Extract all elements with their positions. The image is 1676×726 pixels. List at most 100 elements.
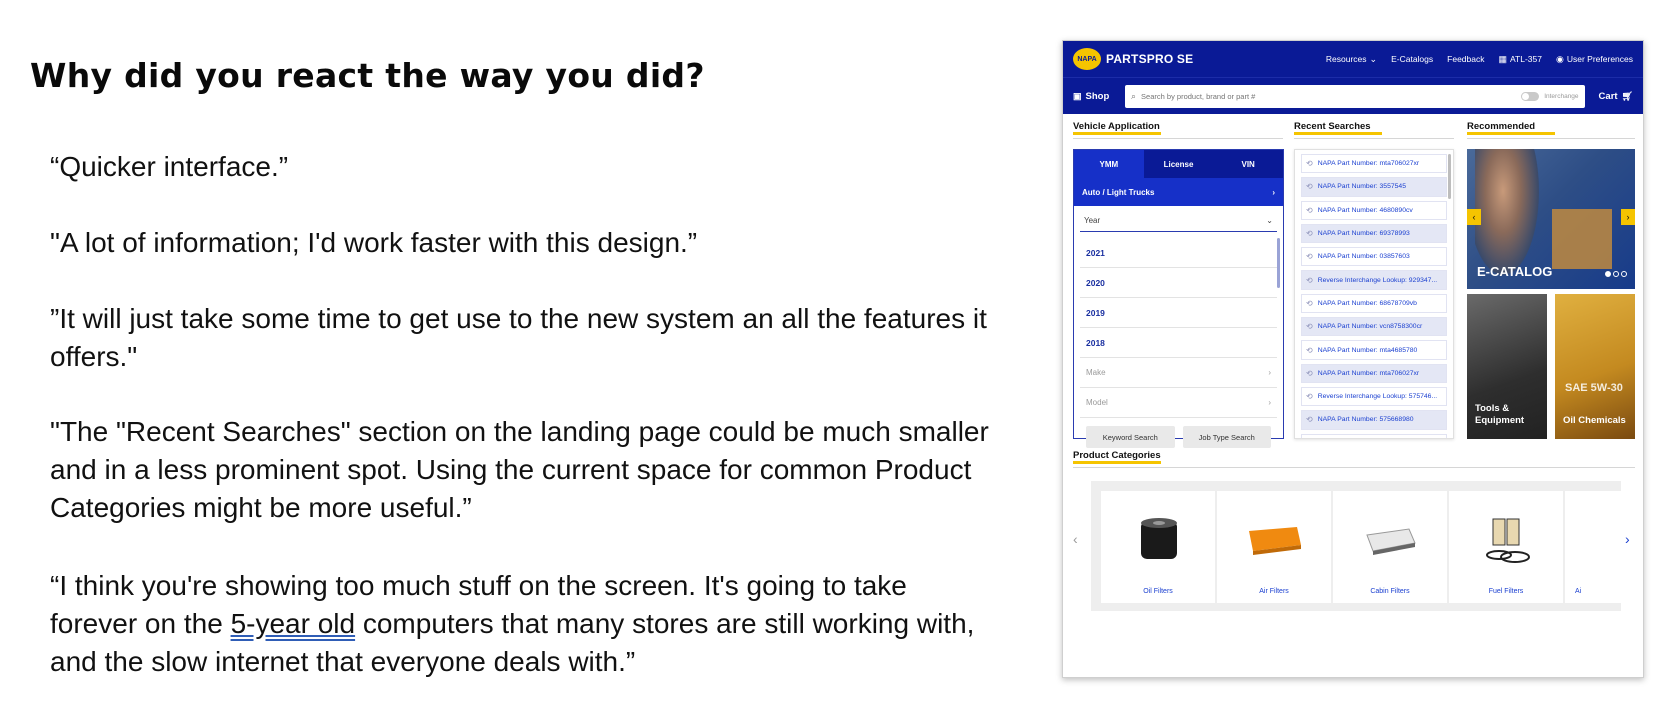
vehicle-heading-rule: [1073, 138, 1283, 139]
shop-button[interactable]: ▣ Shop: [1073, 91, 1117, 102]
nav-store[interactable]: ▦ ATL-357: [1499, 54, 1543, 65]
chevron-right-icon: ›: [1626, 212, 1630, 222]
year-list-scrollbar[interactable]: [1277, 238, 1280, 288]
category-label: Ai: [1575, 588, 1582, 595]
job-type-search-button[interactable]: Job Type Search: [1182, 426, 1271, 448]
e-catalog-promo[interactable]: ‹ › E-CATALOG: [1467, 149, 1635, 289]
year-select[interactable]: Year ⌄: [1080, 210, 1277, 232]
search-bar: ▣Shop ⌕ Interchange Cart🛒︎: [1063, 77, 1643, 114]
history-icon: ⟲: [1306, 368, 1313, 378]
napa-logo-badge: NAPA: [1073, 48, 1101, 70]
top-bar: NAPA PARTSPRO SE Resources ⌄ E-Catalogs F…: [1063, 41, 1643, 77]
category-label: Air Filters: [1259, 588, 1289, 595]
category-label: Fuel Filters: [1488, 588, 1524, 595]
year-option[interactable]: 2020: [1080, 268, 1277, 298]
cart-icon: 🛒︎: [1621, 90, 1633, 101]
promo-prev-button[interactable]: ‹: [1467, 209, 1481, 225]
shop-label: Shop: [1085, 90, 1110, 102]
quote-1: “Quicker interface.”: [50, 151, 289, 182]
nav-store-label: ATL-357: [1510, 54, 1542, 64]
recent-search-item[interactable]: ⟲ Reverse Interchange Lookup: 575746...: [1301, 386, 1447, 407]
air-filter-image: [1249, 527, 1301, 555]
categories-prev-icon[interactable]: ‹: [1073, 531, 1078, 547]
promo-next-button[interactable]: ›: [1621, 209, 1635, 225]
chevron-left-icon: ‹: [1472, 212, 1476, 222]
tab-ymm[interactable]: YMM: [1074, 150, 1144, 178]
categories-heading-rule: [1073, 467, 1635, 468]
category-card-partial[interactable]: Ai: [1565, 491, 1621, 603]
recent-search-item[interactable]: ⟲ NAPA Part Number: 575668980: [1301, 410, 1447, 430]
carousel-dot[interactable]: [1605, 271, 1611, 277]
recent-search-item[interactable]: ⟲ NAPA Part Number: 69378993: [1301, 223, 1447, 244]
model-select[interactable]: Model ›: [1080, 388, 1277, 418]
slide-title: Why did you react the way you did?: [30, 56, 705, 95]
year-option[interactable]: 2019: [1080, 298, 1277, 328]
interchange-toggle[interactable]: [1521, 91, 1540, 101]
recent-searches-heading: Recent Searches: [1294, 121, 1382, 135]
category-label: Cabin Filters: [1370, 588, 1410, 595]
nav-resources[interactable]: Resources ⌄: [1326, 54, 1377, 65]
chevron-right-icon: ›: [1272, 187, 1275, 197]
recent-search-item[interactable]: ⟲ NAPA Part Number: 4680890cv: [1301, 200, 1447, 220]
chevron-right-icon: ›: [1268, 368, 1271, 377]
nav-feedback[interactable]: Feedback: [1447, 54, 1484, 64]
recent-searches-list: ⟲ NAPA Part Number: mta706027xr ⟲ NAPA Part…: [1294, 149, 1454, 439]
oil-chemicals-label: Oil Chemicals: [1563, 415, 1626, 426]
year-list: 2021 2020 2019 2018: [1080, 238, 1280, 358]
vehicle-type-label: Auto / Light Trucks: [1082, 187, 1155, 197]
cart-button[interactable]: Cart 🛒︎: [1599, 91, 1633, 102]
recent-search-item[interactable]: ⟲ NAPA Part Number: mta706027xr: [1301, 363, 1447, 383]
recent-search-text: NAPA Part Number: mta4685780: [1317, 346, 1418, 354]
recent-heading-rule: [1294, 138, 1454, 139]
recent-search-item[interactable]: ⟲ NAPA Part Number: vcn8758300cr: [1301, 317, 1447, 337]
make-select[interactable]: Make ›: [1080, 358, 1277, 388]
vehicle-application-heading: Vehicle Application: [1073, 121, 1161, 135]
recent-search-item[interactable]: ⟲ NAPA Part Number: mta706027xr: [1301, 154, 1447, 174]
history-icon: ⟲: [1306, 275, 1313, 285]
chevron-down-icon: ⌄: [1266, 216, 1273, 225]
quote-5: “I think you're showing too much stuff o…: [50, 567, 1000, 681]
categories-next-icon[interactable]: ›: [1625, 531, 1630, 547]
vehicle-type-selector[interactable]: Auto / Light Trucks ›: [1074, 178, 1283, 206]
tab-vin[interactable]: VIN: [1213, 150, 1283, 178]
oil-chemicals-tile[interactable]: SAE 5W-30 Oil Chemicals: [1555, 294, 1635, 439]
search-input[interactable]: [1141, 91, 1517, 101]
recent-search-text: Reverse Interchange Lookup: 929347...: [1317, 276, 1438, 284]
recent-search-item[interactable]: ⟲ Reverse Interchange Lookup: 929347...: [1301, 270, 1447, 290]
category-card-air-filters[interactable]: Air Filters: [1217, 491, 1331, 603]
nav-ecatalogs[interactable]: E-Catalogs: [1391, 54, 1433, 64]
recommended-heading-rule: [1467, 138, 1635, 139]
tools-equipment-tile[interactable]: Tools & Equipment: [1467, 294, 1547, 439]
history-icon: ⟲: [1306, 345, 1313, 355]
carousel-dot[interactable]: [1621, 271, 1627, 277]
logo[interactable]: NAPA PARTSPRO SE: [1073, 48, 1193, 70]
recent-searches-scrollbar[interactable]: [1448, 154, 1451, 199]
nav-user-preferences[interactable]: ◉ User Preferences: [1556, 54, 1633, 65]
recent-search-text: NAPA Part Number: 03857603: [1317, 253, 1410, 261]
category-card-oil-filters[interactable]: Oil Filters: [1101, 491, 1215, 603]
carousel-dot[interactable]: [1613, 271, 1619, 277]
promo-box-image: [1552, 209, 1612, 269]
recent-search-item[interactable]: ⟲ NAPA Part Number: 03857603: [1301, 247, 1447, 267]
quote-4: "The "Recent Searches" section on the la…: [50, 416, 989, 523]
year-option[interactable]: 2018: [1080, 328, 1277, 358]
recent-search-text: NAPA Part Number: 4680890cv: [1317, 206, 1413, 214]
keyword-search-button[interactable]: Keyword Search: [1086, 426, 1175, 448]
category-card-cabin-filters[interactable]: Cabin Filters: [1333, 491, 1447, 603]
year-option[interactable]: 2021: [1080, 238, 1277, 268]
history-icon: ⟲: [1306, 252, 1313, 262]
quote-2: "A lot of information; I'd work faster w…: [50, 227, 698, 258]
recent-search-item[interactable]: ⟲ NAPA Part Number: 68678709vb: [1301, 293, 1447, 314]
history-icon: ⟲: [1306, 229, 1313, 239]
history-icon: ⟲: [1306, 159, 1313, 169]
vehicle-application-panel: YMM License VIN Auto / Light Trucks › Yea…: [1073, 149, 1284, 448]
year-select-placeholder: Year: [1084, 216, 1101, 225]
chevron-down-icon: ⌄: [1369, 53, 1378, 64]
recent-search-item[interactable]: ⟲ NAPA Part Number: 3557545: [1301, 177, 1447, 197]
category-card-fuel-filters[interactable]: Fuel Filters: [1449, 491, 1563, 603]
oil-filter-image: [1141, 518, 1177, 559]
tab-license[interactable]: License: [1144, 150, 1214, 178]
oil-can-label: SAE 5W-30: [1565, 382, 1623, 394]
recent-search-item[interactable]: ⟲ NAPA Part Number: mta4685780: [1301, 340, 1447, 360]
recent-search-item[interactable]: ⟲NAPA Part Number:tgw04757909: [1301, 433, 1447, 438]
